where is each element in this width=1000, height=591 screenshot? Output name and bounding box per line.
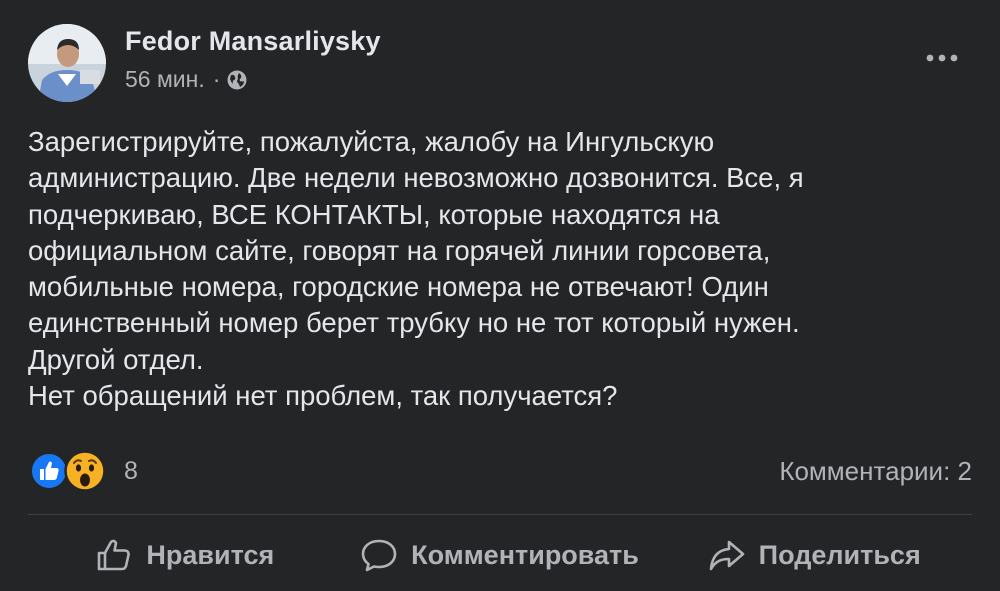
post-body-line: Другой отдел. [28,343,204,375]
wow-reaction-icon [64,450,106,492]
post-body-line: официальном сайте, говорят на горячей ли… [28,234,771,266]
more-options-button[interactable] [922,48,962,68]
post-body-line: подчеркиваю, ВСЕ КОНТАКТЫ, которые наход… [28,198,720,230]
post-actions: Нравится Комментировать Поделиться [28,520,972,590]
avatar-image [28,24,106,102]
post-time[interactable]: 56 мин. [125,66,205,93]
post-card: Fedor Mansarliysky 56 мин. · Зарегистрир… [0,0,1000,591]
comments-count-link[interactable]: Комментарии: 2 [779,456,972,487]
post-body-line: Зарегистрируйте, пожалуйста, жалобу на И… [28,126,715,157]
author-avatar[interactable] [28,24,106,102]
meta-separator: · [212,66,221,92]
share-button-label: Поделиться [758,539,921,570]
post-body-line: единственный номер берет трубку но не то… [28,307,800,339]
like-button-label: Нравится [146,539,275,570]
post-body-line: администрацию. Две недели невозможно доз… [28,162,804,194]
comment-button-label: Комментировать [411,539,639,570]
reactions-summary[interactable]: 8 [30,450,138,492]
reaction-count: 8 [124,456,138,485]
comment-bubble-icon [361,539,397,572]
comment-button[interactable]: Комментировать [343,520,658,590]
globe-icon[interactable] [226,69,248,91]
post-body: Зарегистрируйте, пожалуйста, жалобу на И… [28,124,968,414]
like-reaction-icon [30,452,68,490]
post-body-line: Нет обращений нет проблем, так получаетс… [28,380,618,412]
share-arrow-icon [709,540,744,571]
post-meta: 56 мин. · [125,66,248,93]
share-button[interactable]: Поделиться [657,520,972,590]
like-button[interactable]: Нравится [28,520,343,590]
post-body-line: мобильные номера, городские номера не от… [28,271,769,303]
reaction-icons [30,450,110,492]
actions-divider [28,514,972,515]
thumbs-up-icon [98,539,131,571]
more-horizontal-icon [926,54,958,62]
author-name[interactable]: Fedor Mansarliysky [125,26,381,57]
